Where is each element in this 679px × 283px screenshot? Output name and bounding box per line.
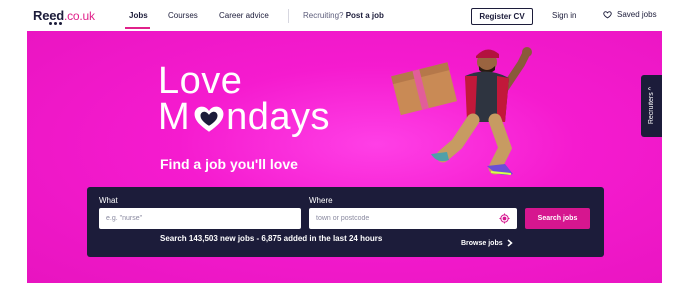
nav-link-courses[interactable]: Courses (168, 11, 198, 20)
hero-banner: Love M ndays Find a job you'll love Recr… (27, 31, 662, 283)
hero-tagline: Find a job you'll love (160, 156, 298, 172)
chevron-right-icon (507, 239, 513, 247)
search-jobs-button[interactable]: Search jobs (525, 208, 590, 229)
where-label: Where (309, 196, 333, 205)
recruiters-side-tab[interactable]: Recruiters ^ (641, 75, 662, 137)
browse-jobs-label: Browse jobs (461, 239, 503, 247)
location-target-icon[interactable] (499, 213, 510, 224)
what-label: What (99, 196, 118, 205)
sign-in-link[interactable]: Sign in (552, 11, 576, 20)
nav-divider (288, 9, 289, 23)
register-cv-button[interactable]: Register CV (471, 8, 533, 25)
logo-dots (49, 22, 62, 25)
recruiting-label: Recruiting? (303, 11, 344, 20)
hero-person-image (391, 47, 532, 175)
saved-jobs-link[interactable]: Saved jobs (603, 10, 657, 19)
heart-logo-icon (194, 106, 224, 132)
recruiting-prompt: Recruiting? Post a job (303, 11, 384, 20)
where-location-input[interactable] (309, 208, 517, 229)
browse-jobs-link[interactable]: Browse jobs (461, 239, 513, 247)
what-search-input[interactable] (99, 208, 301, 229)
job-stats-text: Search 143,503 new jobs - 6,875 added in… (160, 234, 383, 243)
heart-outline-icon (603, 11, 612, 19)
nav-link-jobs[interactable]: Jobs (129, 11, 148, 20)
hero-headline: Love M ndays (158, 60, 331, 138)
headline-letter-m: M (158, 96, 191, 138)
top-navigation: Reed.co.uk Jobs Courses Career advice Re… (0, 0, 679, 33)
logo-tld: .co.uk (64, 9, 95, 23)
recruiters-tab-label: Recruiters ^ (648, 87, 655, 125)
job-search-panel: What Where Search jobs Browse jobs (87, 187, 604, 257)
headline-line-1: Love (158, 60, 243, 102)
post-a-job-link[interactable]: Post a job (346, 11, 384, 20)
active-nav-indicator (125, 27, 150, 29)
nav-link-career-advice[interactable]: Career advice (219, 11, 269, 20)
headline-rest: ndays (226, 96, 331, 138)
headline-line-2: M ndays (158, 96, 331, 138)
reed-logo[interactable]: Reed.co.uk (33, 7, 95, 27)
logo-wordmark: Reed (33, 8, 64, 23)
saved-jobs-label: Saved jobs (617, 10, 657, 19)
